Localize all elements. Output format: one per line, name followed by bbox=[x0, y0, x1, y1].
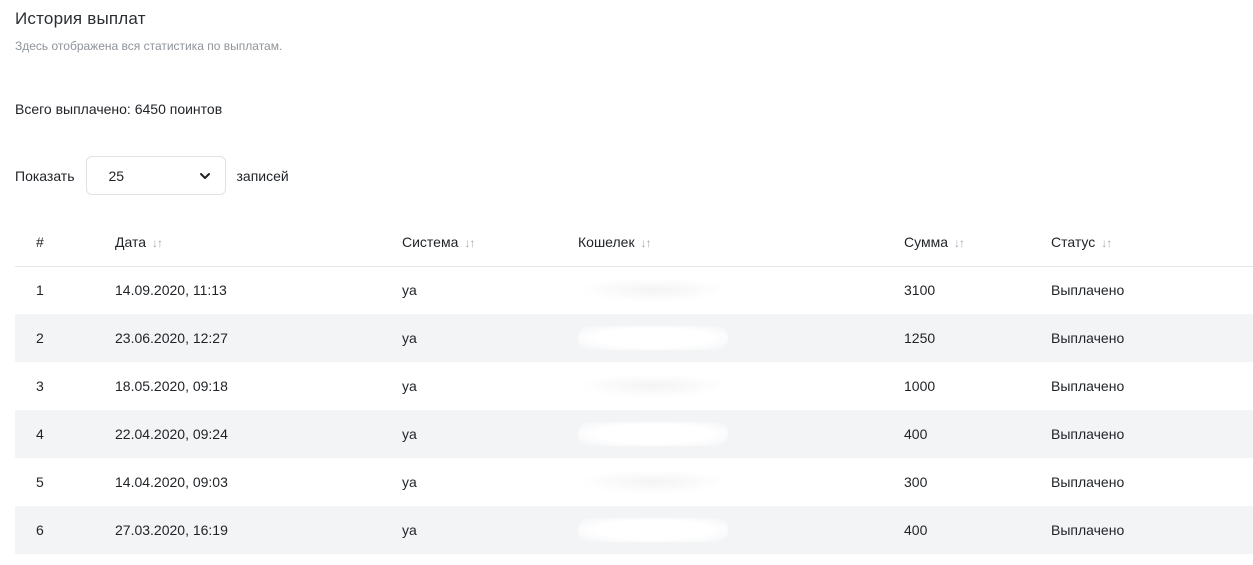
cell-sum: 3100 bbox=[904, 282, 936, 299]
cell-sum: 300 bbox=[904, 474, 928, 490]
table-row: 4 22.04.2020, 09:24 ya 400 Выплачено bbox=[15, 410, 1253, 458]
page-subtitle: Здесь отображена вся статистика по выпла… bbox=[15, 39, 283, 53]
cell-num: 4 bbox=[15, 410, 115, 458]
cell-num: 3 bbox=[36, 378, 44, 394]
sort-icon: ↓↑ bbox=[464, 236, 475, 251]
cell-status: Выплачено bbox=[1051, 474, 1125, 490]
cell-wallet bbox=[578, 362, 904, 410]
cell-sum: 400 bbox=[904, 410, 1051, 458]
sort-icon: ↓↑ bbox=[152, 236, 163, 251]
cell-num: 2 bbox=[15, 314, 115, 362]
column-header-num: # bbox=[15, 219, 115, 267]
wallet-redacted bbox=[578, 326, 728, 350]
wallet-redacted bbox=[578, 374, 728, 398]
wallet-redacted bbox=[578, 518, 728, 542]
cell-status: Выплачено bbox=[1051, 506, 1253, 554]
cell-date: 18.05.2020, 09:18 bbox=[115, 378, 228, 394]
column-header-wallet-label: Кошелек bbox=[578, 234, 635, 251]
table-row: 6 27.03.2020, 16:19 ya 400 Выплачено bbox=[15, 506, 1253, 554]
table-row: 5 14.04.2020, 09:03 ya 300 Выплачено bbox=[15, 458, 1253, 506]
cell-system: ya bbox=[402, 314, 578, 362]
payout-history-page: История выплат Здесь отображена вся стат… bbox=[0, 0, 1253, 565]
column-header-date[interactable]: Дата ↓↑ bbox=[115, 219, 402, 267]
column-header-system-label: Система bbox=[402, 234, 459, 251]
cell-system: ya bbox=[402, 506, 578, 554]
cell-num: 6 bbox=[15, 506, 115, 554]
cell-status: Выплачено bbox=[1051, 282, 1125, 299]
cell-wallet bbox=[578, 410, 904, 458]
cell-date: 27.03.2020, 16:19 bbox=[115, 506, 402, 554]
column-header-sum-label: Сумма bbox=[904, 234, 948, 251]
wallet-redacted bbox=[578, 470, 728, 494]
cell-wallet bbox=[578, 458, 904, 506]
page-length-select[interactable]: 25 bbox=[85, 156, 226, 195]
cell-date: 23.06.2020, 12:27 bbox=[115, 314, 402, 362]
table-header-row: # Дата ↓↑ Система ↓↑ Кошелек ↓↑ Сумма ↓↑ Ста… bbox=[15, 219, 1253, 267]
wallet-redacted bbox=[578, 278, 728, 303]
page-title: История выплат bbox=[15, 9, 146, 28]
table-row: 3 18.05.2020, 09:18 ya 1000 Выплачено bbox=[15, 362, 1253, 410]
cell-num: 1 bbox=[36, 282, 44, 299]
column-header-num-label: # bbox=[36, 234, 44, 251]
column-header-wallet[interactable]: Кошелек ↓↑ bbox=[578, 219, 904, 267]
wallet-redacted bbox=[578, 422, 728, 446]
table-row: 1 14.09.2020, 11:13 ya 3100 Выплачено bbox=[15, 266, 1253, 314]
records-label: записей bbox=[236, 167, 289, 184]
cell-system: ya bbox=[402, 378, 417, 394]
cell-wallet bbox=[578, 314, 904, 362]
cell-status: Выплачено bbox=[1051, 410, 1253, 458]
sort-icon: ↓↑ bbox=[954, 236, 965, 251]
cell-system: ya bbox=[402, 474, 417, 490]
cell-sum: 400 bbox=[904, 506, 1051, 554]
sort-icon: ↓↑ bbox=[640, 236, 652, 251]
cell-system: ya bbox=[402, 282, 417, 299]
cell-system: ya bbox=[402, 410, 578, 458]
cell-date: 22.04.2020, 09:24 bbox=[115, 410, 402, 458]
cell-wallet bbox=[578, 266, 904, 314]
column-header-status-label: Статус bbox=[1051, 234, 1096, 251]
cell-sum: 1250 bbox=[904, 314, 1051, 362]
page-length-value: 25 bbox=[108, 167, 125, 184]
chevron-down-icon bbox=[199, 173, 210, 179]
column-header-system[interactable]: Система ↓↑ bbox=[402, 219, 578, 267]
total-paid-text: Всего выплачено: 6450 поинтов bbox=[15, 101, 223, 117]
cell-num: 5 bbox=[36, 474, 44, 490]
page-length-control: Показать 25 записей bbox=[15, 156, 289, 195]
column-header-sum[interactable]: Сумма ↓↑ bbox=[904, 219, 1051, 267]
cell-date: 14.09.2020, 11:13 bbox=[115, 282, 227, 299]
column-header-status[interactable]: Статус ↓↑ bbox=[1051, 219, 1253, 267]
cell-status: Выплачено bbox=[1051, 314, 1253, 362]
column-header-date-label: Дата bbox=[115, 234, 147, 251]
payout-table: # Дата ↓↑ Система ↓↑ Кошелек ↓↑ Сумма ↓↑ Ста… bbox=[15, 219, 1253, 554]
cell-sum: 1000 bbox=[904, 378, 936, 394]
cell-status: Выплачено bbox=[1051, 378, 1125, 394]
cell-date: 14.04.2020, 09:03 bbox=[115, 474, 228, 490]
cell-wallet bbox=[578, 506, 904, 554]
table-row: 2 23.06.2020, 12:27 ya 1250 Выплачено bbox=[15, 314, 1253, 362]
sort-icon: ↓↑ bbox=[1101, 236, 1112, 251]
show-label: Показать bbox=[15, 167, 75, 184]
